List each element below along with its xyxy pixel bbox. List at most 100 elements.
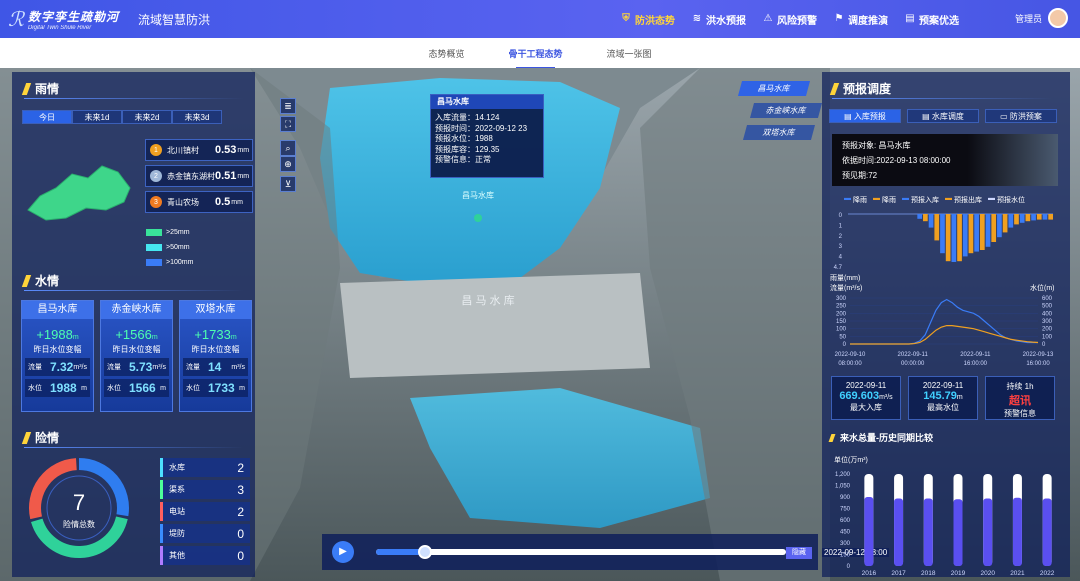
danger-item-other[interactable]: 其他 0 bbox=[160, 546, 250, 565]
rain-station-1[interactable]: 1 北川镇村 0.53 mm bbox=[145, 139, 253, 161]
flow-y2tick: 0 bbox=[1042, 342, 1046, 348]
water-card-shuangta[interactable]: 双塔水库 +1733m 昨日水位变幅 流量 14 m³/s 水位 1733 m bbox=[179, 300, 252, 412]
tab-changma[interactable]: 昌马水库 bbox=[737, 81, 811, 96]
flow-series-0 bbox=[850, 298, 1038, 345]
nav-risk-warning[interactable]: ⚠ 风险预警 bbox=[762, 12, 817, 27]
tab-next-1d[interactable]: 未来1d bbox=[72, 110, 122, 124]
app-name: 流域智慧防洪 bbox=[138, 12, 211, 27]
danger-total: 7 bbox=[72, 490, 86, 515]
marker-label: 昌马水库 bbox=[462, 190, 494, 200]
water-card-chijinxia[interactable]: 赤金峡水库 +1566m 昨日水位变幅 流量 5.73 m³/s 水位 1566 m bbox=[100, 300, 173, 412]
subnav-backbone[interactable]: 骨干工程态势 bbox=[508, 43, 563, 69]
forecast-legend: ▬ 降雨 ▬ 降雨 ▬ 预报入库 ▬ 预报出库 ▬ 预报水位 bbox=[844, 195, 1025, 204]
hist-ytick: 600 bbox=[840, 518, 851, 524]
fullscreen-icon[interactable]: ⛶ bbox=[280, 116, 296, 132]
logo[interactable]: ℛ 数字孪生疏勒河 Digital Twin Shule River bbox=[8, 7, 126, 31]
hist-xtick-4: 2020 bbox=[980, 570, 995, 577]
tab-chijinxia[interactable]: 赤金峡水库 bbox=[749, 103, 823, 118]
rain-bar-13 bbox=[923, 214, 928, 222]
danger-item-canal[interactable]: 渠系 3 bbox=[160, 480, 250, 499]
search-icon[interactable]: ⌕ bbox=[280, 140, 296, 156]
user-menu[interactable]: 管理员 bbox=[1015, 8, 1068, 28]
layers-icon[interactable]: ≣ bbox=[280, 98, 296, 114]
doc-icon: ▤ bbox=[922, 111, 932, 121]
subnav-basin-map[interactable]: 流域一张图 bbox=[607, 43, 652, 64]
rain-ytick: 1 bbox=[839, 223, 843, 229]
tab-flood-plan[interactable]: ▭ 防洪预案 bbox=[985, 109, 1057, 123]
flow-xtime: 08:00:00 bbox=[838, 361, 862, 367]
stat-max-level: 2022-09-11 145.79m 最高水位 bbox=[908, 376, 978, 420]
rain-ytick: 2 bbox=[839, 234, 843, 240]
rain-bar-27 bbox=[1002, 214, 1008, 233]
tab-shuangta[interactable]: 双塔水库 bbox=[742, 125, 816, 140]
flow-xtime: 16:00:00 bbox=[1026, 361, 1050, 367]
flow-y2tick: 400 bbox=[1042, 311, 1053, 317]
water-card-changma[interactable]: 昌马水库 +1988m 昨日水位变幅 流量 7.32 m³/s 水位 1988 m bbox=[21, 300, 94, 412]
danger-item-station[interactable]: 电站 2 bbox=[160, 502, 250, 521]
timeline-handle[interactable] bbox=[418, 545, 433, 559]
hide-button[interactable]: 隐藏 bbox=[786, 547, 812, 559]
shield-icon: ⛨ bbox=[622, 13, 630, 24]
hist-ytick: 0 bbox=[847, 564, 851, 570]
rain-bar-29 bbox=[1014, 214, 1019, 225]
tab-today[interactable]: 今日 bbox=[22, 110, 72, 124]
doc-icon: ▤ bbox=[844, 111, 854, 121]
flow-ytick: 300 bbox=[836, 296, 847, 302]
subnav-overview[interactable]: 态势概览 bbox=[428, 43, 464, 64]
antenna-icon[interactable]: ⊻ bbox=[280, 176, 296, 192]
hist-bar-6 bbox=[1042, 498, 1052, 566]
rain-bar-33 bbox=[1036, 214, 1042, 220]
rain-bar-31 bbox=[1025, 214, 1031, 222]
hist-ytick: 1,050 bbox=[835, 484, 851, 490]
hist-ytick: 1,200 bbox=[835, 472, 851, 478]
forecast-tabs: ▤ 入库预报 ▤ 水库调度 ▭ 防洪预案 bbox=[829, 109, 1057, 123]
rain-bar-28 bbox=[1008, 214, 1014, 228]
hist-bar-0 bbox=[864, 497, 874, 566]
flow-ytick: 50 bbox=[839, 334, 846, 340]
hist-xtick-5: 2021 bbox=[1010, 570, 1025, 577]
flow-xdate: 2022-09-11 bbox=[898, 352, 929, 358]
nav-dispatch[interactable]: ⚑ 调度推演 bbox=[833, 12, 888, 27]
popup-title: 昌马水库 bbox=[431, 95, 543, 109]
rain-station-2[interactable]: 2 赤金镇东湖村 0.51 mm bbox=[145, 165, 253, 187]
danger-item-levee[interactable]: 堤防 0 bbox=[160, 524, 250, 543]
flow-chart: 0501001502002503000100200300400500600202… bbox=[835, 296, 1054, 367]
rain-bar-15 bbox=[934, 214, 940, 241]
tab-reservoir-dispatch[interactable]: ▤ 水库调度 bbox=[907, 109, 979, 123]
rain-bar-24 bbox=[985, 214, 991, 247]
flow-xdate: 2022-09-13 bbox=[1023, 352, 1054, 358]
rain-bar-35 bbox=[1048, 214, 1053, 220]
flow-ytick: 250 bbox=[836, 304, 847, 310]
wave-icon: ≋ bbox=[692, 13, 702, 24]
rain-station-3[interactable]: 3 青山农场 0.5 mm bbox=[145, 191, 253, 213]
rain-ytick: 0 bbox=[839, 213, 843, 219]
nav-flood-situation[interactable]: ⛨ 防洪态势 bbox=[620, 12, 675, 27]
flow-xdate: 2022-09-10 bbox=[835, 352, 866, 358]
tab-inflow-forecast[interactable]: ▤ 入库预报 bbox=[829, 109, 901, 123]
rain-bar-20 bbox=[962, 214, 968, 257]
tab-next-3d[interactable]: 未来3d bbox=[172, 110, 222, 124]
nav-plan[interactable]: ▤ 预案优选 bbox=[904, 12, 959, 27]
nav-flood-forecast[interactable]: ≋ 洪水预报 bbox=[691, 12, 746, 27]
history-title: 来水总量-历史同期比较 bbox=[828, 431, 933, 444]
hist-bar-1 bbox=[894, 498, 904, 566]
flow-xdate: 2022-09-11 bbox=[960, 352, 991, 358]
flow-xtime: 00:00:00 bbox=[901, 361, 925, 367]
logo-title: 数字孪生疏勒河 bbox=[27, 9, 119, 24]
flow-ytick: 100 bbox=[836, 327, 847, 333]
legend-100mm: >100mm bbox=[146, 259, 193, 266]
timeline-track[interactable] bbox=[376, 545, 786, 559]
basin-map[interactable] bbox=[26, 158, 138, 224]
hist-xtick-3: 2019 bbox=[951, 570, 966, 577]
rain-ytick: 4.7 bbox=[834, 265, 843, 270]
reservoir-marker[interactable] bbox=[474, 214, 482, 222]
hist-ytick: 150 bbox=[840, 553, 851, 559]
rain-bar-23 bbox=[979, 214, 985, 250]
play-icon[interactable]: ▶ bbox=[332, 541, 354, 563]
logo-subtitle: Digital Twin Shule River bbox=[27, 24, 92, 31]
tab-next-2d[interactable]: 未来2d bbox=[122, 110, 172, 124]
rain-bar-21 bbox=[968, 214, 974, 254]
flow-y2tick: 500 bbox=[1042, 304, 1053, 310]
danger-item-reservoir[interactable]: 水库 2 bbox=[160, 458, 250, 477]
zoom-in-icon[interactable]: ⊕ bbox=[280, 156, 296, 172]
